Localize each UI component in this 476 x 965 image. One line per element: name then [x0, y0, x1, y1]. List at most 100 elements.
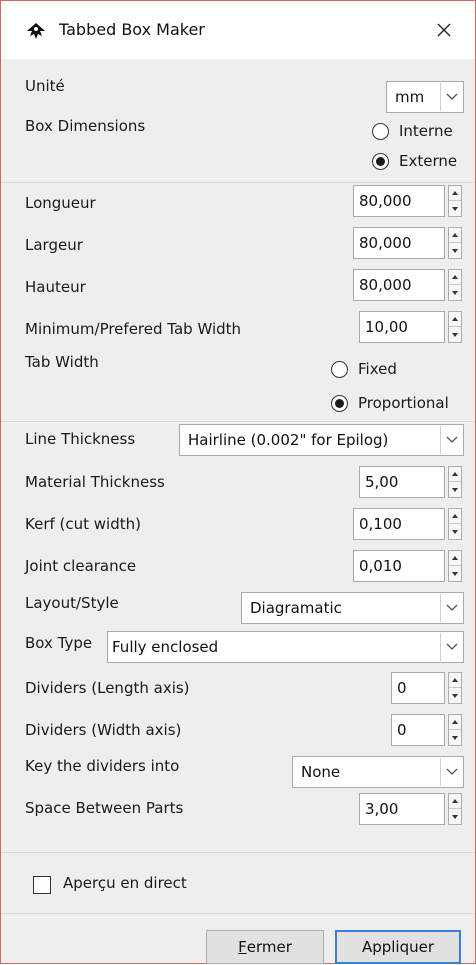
decrement-button[interactable]: [449, 201, 461, 216]
apply-button[interactable]: Appliquer: [335, 930, 461, 964]
width-input[interactable]: 80,000: [353, 227, 445, 259]
min-tab-width-stepper[interactable]: [448, 311, 462, 343]
dividers-width-spinbox[interactable]: 0: [391, 714, 463, 746]
decrement-button[interactable]: [449, 285, 461, 300]
decrement-button[interactable]: [449, 482, 461, 497]
decrement-button[interactable]: [449, 730, 461, 745]
increment-button[interactable]: [449, 794, 461, 809]
radio-proportional[interactable]: Proportional: [331, 391, 449, 415]
unit-select[interactable]: mm: [386, 81, 464, 113]
apply-label: Appliquer: [361, 938, 435, 956]
close-dialog-button[interactable]: Fermer: [206, 930, 324, 964]
joint-clearance-stepper[interactable]: [448, 550, 462, 582]
radio-button[interactable]: [372, 122, 389, 140]
length-spinbox[interactable]: 80,000: [353, 185, 463, 217]
chevron-down-icon: [446, 643, 457, 650]
live-preview-label[interactable]: Aperçu en direct: [63, 874, 187, 892]
space-between-input[interactable]: 3,00: [359, 793, 445, 825]
kerf-input[interactable]: 0,100: [353, 508, 445, 540]
increment-button[interactable]: [449, 551, 461, 566]
height-stepper[interactable]: [448, 269, 462, 301]
dividers-length-label: Dividers (Length axis): [25, 679, 190, 697]
radio-fixed[interactable]: Fixed: [331, 357, 397, 381]
joint-clearance-input[interactable]: 0,010: [353, 550, 445, 582]
unit-dropdown-button[interactable]: [440, 83, 462, 111]
material-thickness-spinbox[interactable]: 5,00: [359, 466, 463, 498]
line-thickness-select[interactable]: Hairline (0.002" for Epilog): [179, 424, 464, 456]
layout-style-select[interactable]: Diagramatic: [241, 592, 464, 624]
unit-value: mm: [395, 88, 425, 106]
length-stepper[interactable]: [448, 185, 462, 217]
increment-button[interactable]: [449, 715, 461, 730]
min-tab-width-spinbox[interactable]: 10,00: [359, 311, 463, 343]
dividers-width-label: Dividers (Width axis): [25, 721, 182, 739]
dividers-width-stepper[interactable]: [448, 714, 462, 746]
decrement-button[interactable]: [449, 327, 461, 342]
width-spinbox[interactable]: 80,000: [353, 227, 463, 259]
box-dimensions-label: Box Dimensions: [25, 117, 146, 135]
layout-style-dropdown-button[interactable]: [440, 594, 462, 622]
arrow-up-icon: [452, 799, 458, 803]
increment-button[interactable]: [449, 673, 461, 688]
box-type-dropdown-button[interactable]: [440, 633, 462, 661]
joint-clearance-spinbox[interactable]: 0,010: [353, 550, 463, 582]
arrow-up-icon: [452, 678, 458, 682]
tab-width-label: Tab Width: [25, 353, 99, 371]
dividers-length-stepper[interactable]: [448, 672, 462, 704]
layout-style-label: Layout/Style: [25, 594, 119, 612]
space-between-spinbox[interactable]: 3,00: [359, 793, 463, 825]
arrow-down-icon: [452, 487, 458, 492]
height-spinbox[interactable]: 80,000: [353, 269, 463, 301]
radio-label: Externe: [399, 152, 458, 170]
line-thickness-dropdown-button[interactable]: [440, 426, 462, 454]
kerf-stepper[interactable]: [448, 508, 462, 540]
decrement-button[interactable]: [449, 809, 461, 824]
decrement-button[interactable]: [449, 243, 461, 258]
dividers-width-input[interactable]: 0: [391, 714, 445, 746]
radio-button-selected[interactable]: [372, 152, 389, 170]
key-dividers-value: None: [301, 763, 341, 781]
decrement-button[interactable]: [449, 688, 461, 703]
radio-interne[interactable]: Interne: [372, 119, 453, 143]
arrow-down-icon: [452, 206, 458, 211]
radio-button[interactable]: [331, 360, 348, 378]
close-label: ermer: [246, 938, 292, 956]
window-title: Tabbed Box Maker: [59, 20, 205, 39]
kerf-spinbox[interactable]: 0,100: [353, 508, 463, 540]
inkscape-logo-icon: [27, 23, 45, 39]
line-thickness-value: Hairline (0.002" for Epilog): [188, 431, 389, 449]
material-thickness-stepper[interactable]: [448, 466, 462, 498]
chevron-down-icon: [446, 768, 457, 775]
increment-button[interactable]: [449, 186, 461, 201]
material-thickness-input[interactable]: 5,00: [359, 466, 445, 498]
increment-button[interactable]: [449, 509, 461, 524]
key-dividers-dropdown-button[interactable]: [440, 758, 462, 786]
key-dividers-select[interactable]: None: [292, 756, 464, 788]
dividers-length-spinbox[interactable]: 0: [391, 672, 463, 704]
close-button[interactable]: [427, 13, 461, 47]
increment-button[interactable]: [449, 312, 461, 327]
dividers-length-input[interactable]: 0: [391, 672, 445, 704]
arrow-up-icon: [452, 720, 458, 724]
arrow-down-icon: [452, 814, 458, 819]
length-input[interactable]: 80,000: [353, 185, 445, 217]
min-tab-width-input[interactable]: 10,00: [359, 311, 445, 343]
decrement-button[interactable]: [449, 524, 461, 539]
arrow-down-icon: [452, 693, 458, 698]
min-tab-width-label: Minimum/Prefered Tab Width: [25, 320, 242, 338]
arrow-down-icon: [452, 735, 458, 740]
live-preview-checkbox[interactable]: [33, 876, 51, 894]
width-stepper[interactable]: [448, 227, 462, 259]
decrement-button[interactable]: [449, 566, 461, 581]
radio-externe[interactable]: Externe: [372, 149, 457, 173]
radio-button-selected[interactable]: [331, 394, 348, 412]
arrow-down-icon: [452, 248, 458, 253]
height-input[interactable]: 80,000: [353, 269, 445, 301]
arrow-down-icon: [452, 571, 458, 576]
space-between-stepper[interactable]: [448, 793, 462, 825]
increment-button[interactable]: [449, 467, 461, 482]
arrow-up-icon: [452, 275, 458, 279]
increment-button[interactable]: [449, 270, 461, 285]
box-type-select[interactable]: Fully enclosed: [107, 631, 464, 663]
increment-button[interactable]: [449, 228, 461, 243]
